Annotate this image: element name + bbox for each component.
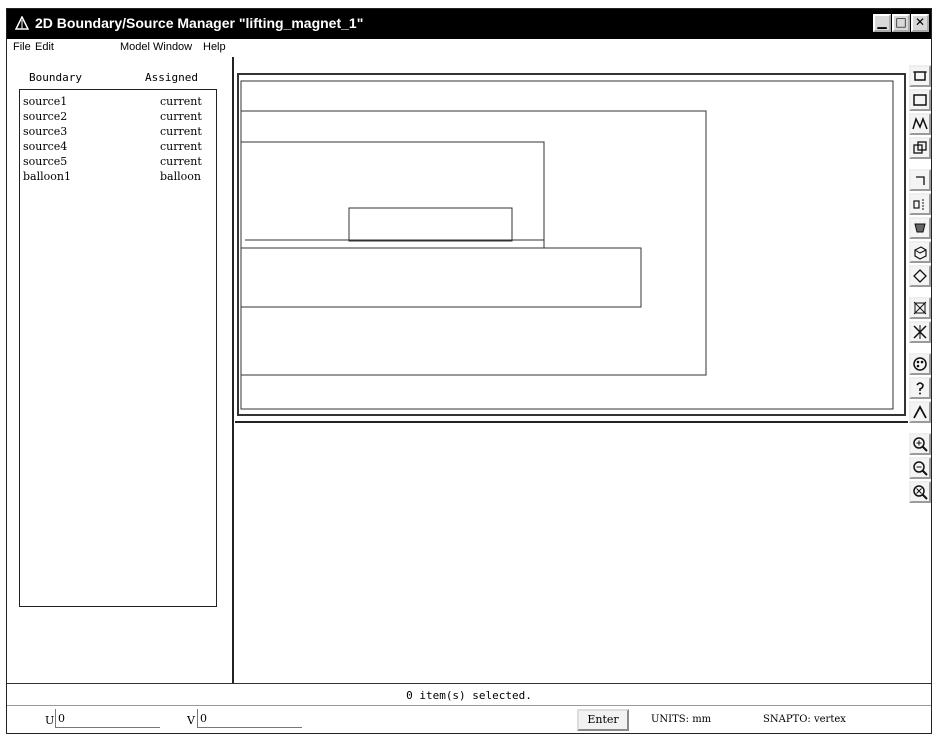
column-header-assigned[interactable]: Assigned [145,71,198,84]
zoom-in-button[interactable] [909,433,931,455]
color-tool-button[interactable] [909,353,931,375]
boundary-panel: Boundary Assigned source1 current source2… [7,57,234,683]
units-display: UNITS: mm [651,714,712,725]
selection-status: 0 item(s) selected. [7,683,931,705]
list-item[interactable]: source4 current [20,140,216,155]
application-window: 2D Boundary/Source Manager "lifting_magn… [6,8,932,734]
title-bar[interactable]: 2D Boundary/Source Manager "lifting_magn… [7,9,931,39]
zoom-out-button[interactable] [909,457,931,479]
delete-all-tool-button[interactable] [909,321,931,343]
overlap-tool-button[interactable] [909,137,931,159]
overlap-icon [913,141,927,154]
enter-button[interactable]: Enter [577,709,629,731]
arc-icon [913,405,927,419]
v-coordinate-label: V [187,714,195,727]
diamond-tool-button[interactable] [909,265,931,287]
outer-region[interactable] [240,80,894,410]
menu-file[interactable]: File [13,41,31,53]
v-coordinate-input[interactable] [197,709,302,728]
close-button[interactable]: ✕ [911,14,929,32]
fill-tool-button[interactable] [909,217,931,239]
polyline-tool-icon [912,116,928,130]
menu-bar: File Edit Model Window Help [7,39,931,57]
zoom-fit-button[interactable] [909,481,931,503]
boundary-name: source4 [23,140,68,153]
box3d-icon [914,246,927,260]
coordinate-bar: U V Enter UNITS: mm SNAPTO: vertex [7,705,931,735]
boundary-name: source5 [23,155,68,168]
minimize-icon: ▁ [877,15,887,29]
list-item[interactable]: balloon1 balloon [20,170,216,185]
snapto-display: SNAPTO: vertex [763,714,846,725]
zoom-in-icon [913,437,928,452]
edge-icon [916,176,925,185]
fill-icon [914,223,926,233]
close-icon: ✕ [914,15,926,29]
boundary-type: current [160,125,202,138]
help-tool-button[interactable] [909,377,931,399]
menu-model[interactable]: Model [120,41,150,53]
cross-box-icon [913,301,927,315]
maximize-button[interactable]: □ [892,14,910,32]
box3d-tool-button[interactable] [909,241,931,263]
window-title: 2D Boundary/Source Manager "lifting_magn… [35,15,364,31]
geometry-canvas[interactable] [239,75,904,414]
list-item[interactable]: source1 current [20,95,216,110]
boundary-name: source1 [23,95,68,108]
minimize-button[interactable]: ▁ [873,14,891,32]
source-coil[interactable] [348,207,513,242]
boundary-list[interactable]: source1 current source2 current source3 cur… [19,89,217,607]
core-region[interactable] [241,141,545,248]
zoom-fit-icon [913,485,928,500]
edge-tool-button[interactable] [909,169,931,191]
model-view-top[interactable] [237,73,906,416]
armature-plate[interactable] [241,247,642,308]
rectangle-tool-button[interactable] [909,65,931,87]
split-tool-button[interactable] [909,193,931,215]
model-view-bottom[interactable] [235,421,908,683]
square-tool-button[interactable] [909,89,931,111]
u-coordinate-input[interactable] [55,709,160,728]
maximize-icon: □ [895,15,907,29]
list-item[interactable]: source2 current [20,110,216,125]
arc-tool-button[interactable] [909,401,931,423]
menu-help[interactable]: Help [203,41,226,53]
help-icon [916,382,924,395]
boundary-name: balloon1 [23,170,71,183]
u-coordinate-label: U [45,714,55,727]
zoom-out-icon [913,461,928,476]
menu-edit[interactable]: Edit [35,41,54,53]
rectangle-tool-icon [913,71,927,81]
boundary-name: source3 [23,125,68,138]
diamond-icon [913,269,927,283]
list-item[interactable]: source5 current [20,155,216,170]
cross-star-icon [913,325,927,339]
boundary-type: current [160,110,202,123]
polyline-tool-button[interactable] [909,113,931,135]
boundary-name: source2 [23,110,68,123]
selection-status-text: 0 item(s) selected. [406,689,532,702]
boundary-type: current [160,155,202,168]
split-icon [913,199,924,210]
delete-box-tool-button[interactable] [909,297,931,319]
boundary-type: current [160,140,202,153]
column-header-boundary[interactable]: Boundary [29,71,82,84]
menu-window[interactable]: Window [153,41,192,53]
square-tool-icon [913,94,927,106]
list-item[interactable]: source3 current [20,125,216,140]
balloon-region[interactable] [241,110,707,376]
app-logo-icon [15,16,29,30]
boundary-type: balloon [160,170,201,183]
palette-icon [913,357,927,371]
boundary-type: current [160,95,202,108]
drawing-toolbar [908,65,933,685]
